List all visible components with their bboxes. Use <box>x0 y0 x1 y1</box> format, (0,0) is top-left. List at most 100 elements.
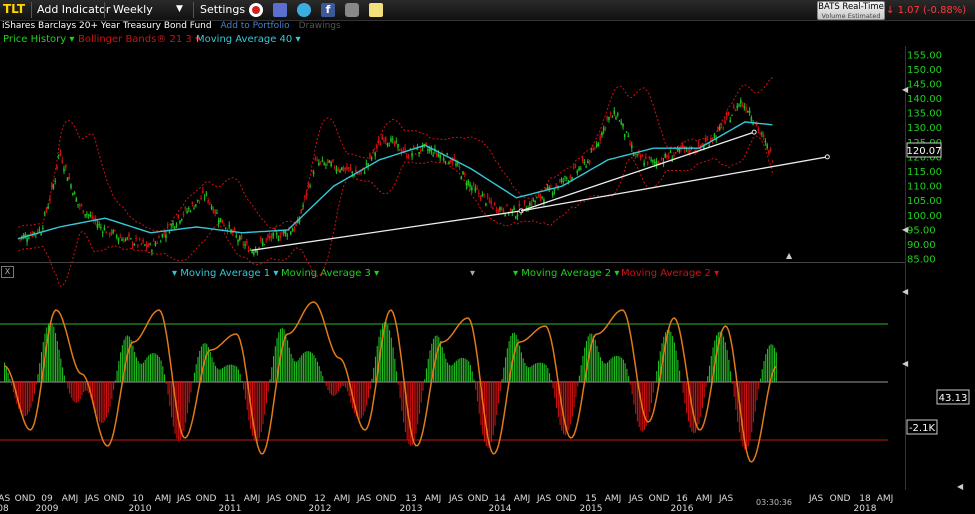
price-bar <box>673 155 675 157</box>
price-bar <box>330 162 333 167</box>
price-bar <box>165 234 167 239</box>
price-bar <box>393 141 396 145</box>
scroll-left-icon[interactable]: ◀ <box>902 225 909 234</box>
price-bar <box>764 140 767 143</box>
price-bar <box>523 200 526 203</box>
x-tick-label: 10 <box>132 494 144 504</box>
price-bar <box>427 149 429 152</box>
price-bar <box>413 145 415 148</box>
price-bar <box>578 167 580 171</box>
price-bar <box>205 192 208 194</box>
price-bar <box>325 164 327 166</box>
price-bar <box>180 218 183 221</box>
price-bar <box>347 167 350 169</box>
x-tick-label: AMJ <box>425 494 442 504</box>
price-bar <box>762 134 765 138</box>
price-bar <box>133 244 136 246</box>
scroll-up-icon[interactable]: ▲ <box>786 251 793 260</box>
price-bar <box>622 123 624 127</box>
x-tick-label: 18 <box>859 494 871 504</box>
price-bar <box>564 176 566 178</box>
bollinger-bands <box>18 77 773 287</box>
y-tick-label: 95.00 <box>907 225 936 236</box>
price-bar <box>485 203 487 206</box>
price-bar <box>704 138 707 142</box>
x-year-label: 2013 <box>400 504 423 514</box>
price-bar <box>757 128 760 131</box>
price-bar <box>61 160 64 163</box>
price-bar <box>478 192 480 194</box>
price-bar <box>261 241 264 245</box>
price-bar <box>493 202 496 205</box>
price-bar <box>311 171 313 173</box>
scroll-left-icon[interactable]: ◀ <box>902 359 909 368</box>
price-bar <box>166 224 169 227</box>
price-bar <box>49 198 51 201</box>
price-bar <box>75 198 78 202</box>
price-bar <box>404 147 406 150</box>
price-bar <box>504 214 507 217</box>
scroll-left-icon[interactable]: ◀ <box>957 482 964 491</box>
x-year-label: 2010 <box>129 504 152 514</box>
price-bar <box>170 224 173 226</box>
price-bar <box>616 113 619 116</box>
x-tick-label: AMJ <box>696 494 713 504</box>
price-bar <box>486 195 489 197</box>
price-bar <box>138 238 141 240</box>
price-bar <box>432 155 434 157</box>
price-bar <box>687 149 689 152</box>
x-tick-label: OND <box>104 494 125 504</box>
price-bar <box>613 110 616 114</box>
price-bar <box>435 153 438 155</box>
price-bar <box>689 149 691 153</box>
price-bar <box>177 214 180 218</box>
ma-40-line <box>18 121 773 240</box>
price-bar <box>235 235 238 238</box>
price-bar <box>439 154 441 159</box>
price-bar <box>107 226 109 228</box>
price-bar <box>611 116 614 118</box>
price-bar <box>476 188 478 190</box>
price-bar <box>198 200 201 202</box>
price-bar <box>33 232 35 234</box>
price-bar <box>45 208 48 212</box>
price-bar <box>293 227 296 231</box>
x-tick-label: AMJ <box>155 494 172 504</box>
price-bar <box>79 204 81 207</box>
price-bar <box>602 127 605 132</box>
x-tick-label: AMJ <box>334 494 351 504</box>
price-bar <box>734 109 737 112</box>
price-bar <box>562 180 565 182</box>
price-bar <box>80 204 83 206</box>
price-bar <box>729 120 732 123</box>
price-bar <box>57 154 60 156</box>
x-tick-label: AMJ <box>514 494 531 504</box>
price-bar <box>474 187 477 192</box>
price-bar <box>383 140 385 142</box>
price-bar <box>597 143 600 147</box>
x-year-label: 2009 <box>36 504 59 514</box>
price-bar <box>335 168 338 173</box>
price-bar <box>263 244 266 246</box>
x-tick-label: JAS <box>718 494 734 504</box>
price-bar <box>620 122 623 125</box>
x-tick-label: 09 <box>41 494 53 504</box>
price-bar <box>214 210 216 214</box>
price-bar <box>253 252 255 255</box>
price-bar <box>741 105 744 107</box>
price-bar <box>456 163 459 165</box>
x-tick-label: JAS <box>0 494 10 504</box>
price-bar <box>137 244 139 246</box>
price-bar <box>63 168 65 172</box>
scroll-left-icon[interactable]: ◀ <box>902 287 909 296</box>
price-bar <box>122 240 125 243</box>
chart-canvas[interactable]: 155.00150.00145.00140.00135.00130.00125.… <box>0 0 975 514</box>
x-year-label: 2016 <box>671 504 694 514</box>
price-bar <box>247 250 250 253</box>
price-bar <box>286 234 289 237</box>
price-bar <box>465 183 468 186</box>
scroll-left-icon[interactable]: ◀ <box>902 85 909 94</box>
price-bar <box>469 184 471 187</box>
price-bar <box>740 100 742 104</box>
price-bar <box>184 207 187 209</box>
